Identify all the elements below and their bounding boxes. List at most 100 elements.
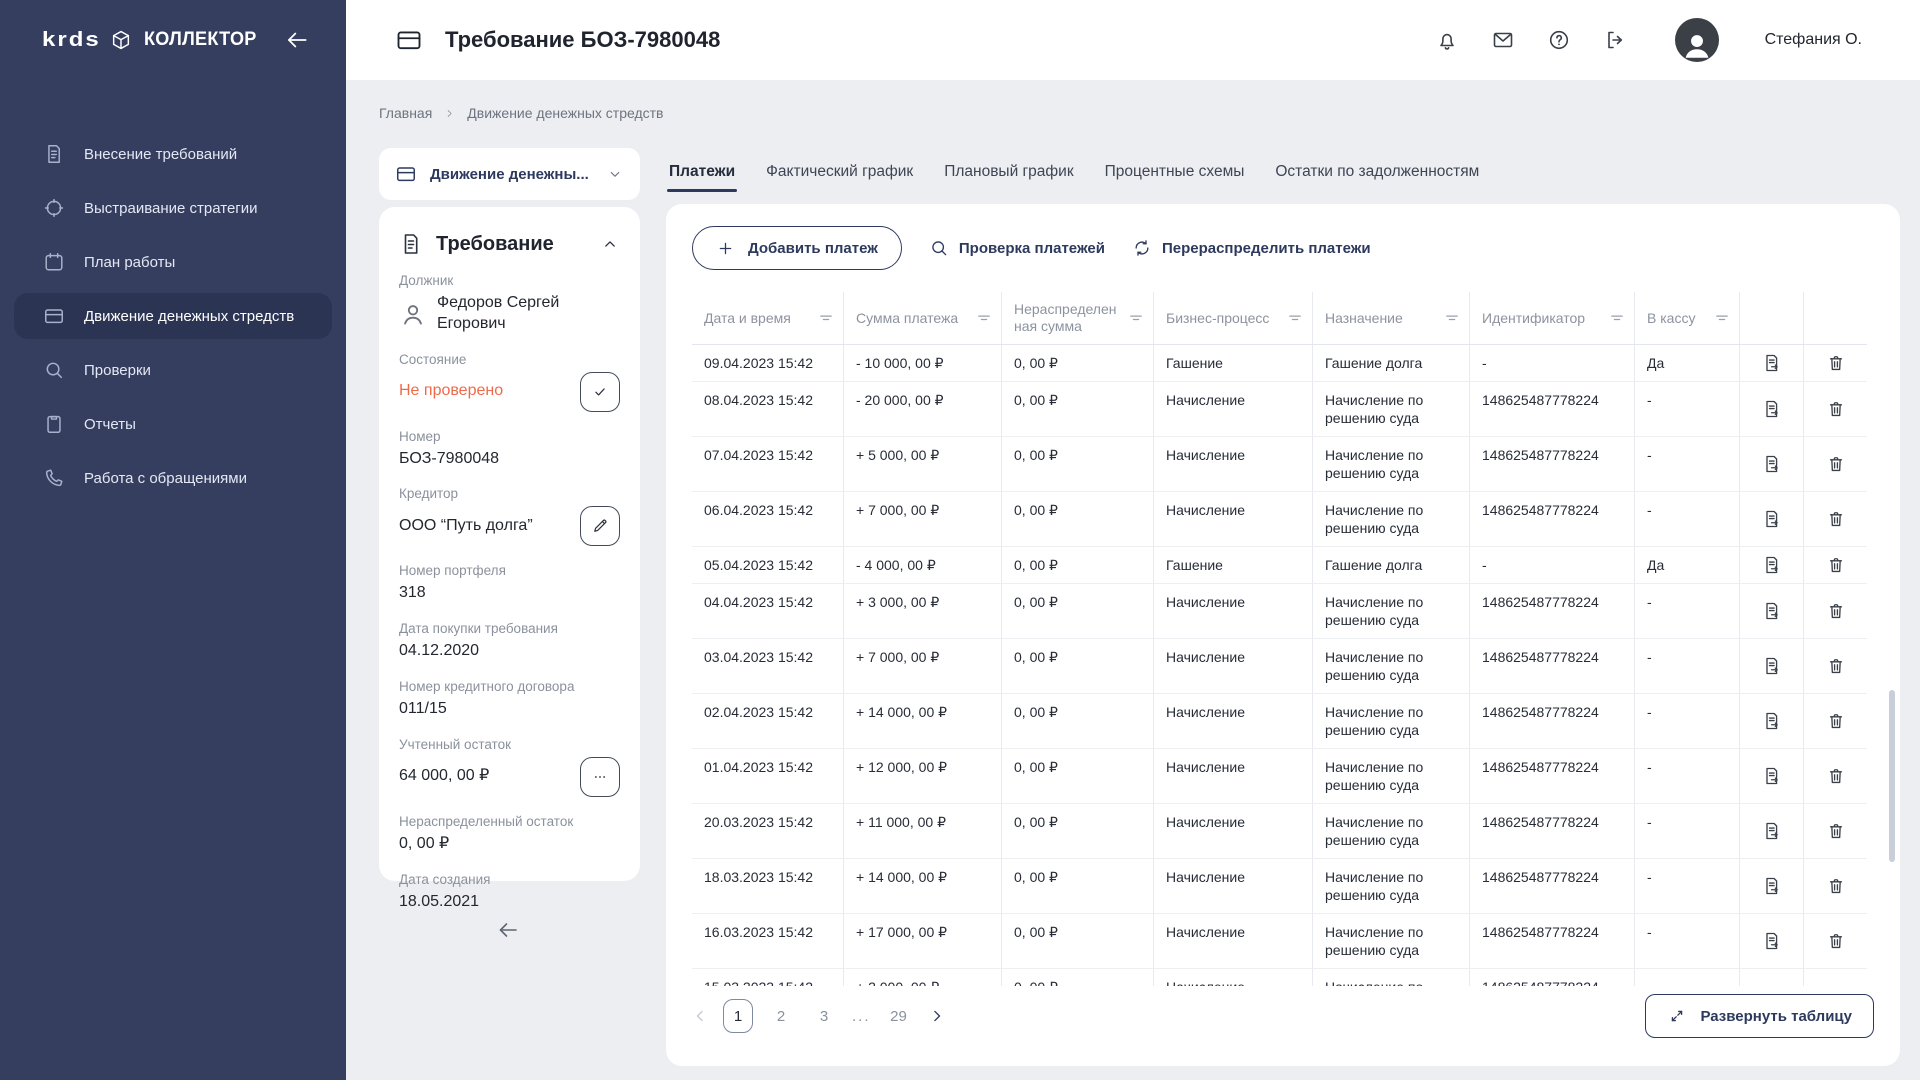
next-page-button[interactable]	[927, 1006, 947, 1026]
column-header: Дата и время	[692, 292, 844, 344]
payment-document-button[interactable]	[1758, 872, 1786, 900]
sidebar-item-0[interactable]: Внесение требований	[14, 131, 332, 177]
panel-collapse-button[interactable]	[600, 234, 620, 254]
tab-4[interactable]: Остатки по задолженностям	[1273, 152, 1481, 192]
payment-document-button[interactable]	[1758, 395, 1786, 423]
table-scrollbar[interactable]	[1889, 690, 1895, 862]
expand-icon	[1667, 1006, 1687, 1026]
delete-payment-button[interactable]	[1822, 707, 1850, 735]
table-row[interactable]: 04.04.2023 15:42 + 3 000, 00 ₽ 0, 00 ₽ Н…	[692, 584, 1867, 639]
panel-back-button[interactable]	[496, 918, 520, 942]
cell-amount: + 14 000, 00 ₽	[844, 859, 1002, 913]
cell-datetime: 20.03.2023 15:42	[692, 804, 844, 858]
tab-0[interactable]: Платежи	[667, 152, 737, 192]
cell-purpose: Начисление по решению суда	[1313, 694, 1470, 748]
cell-amount: + 12 000, 00 ₽	[844, 749, 1002, 803]
cell-identifier: 148625487778224	[1470, 749, 1635, 803]
page-button-1[interactable]: 1	[723, 999, 753, 1033]
page-button-29[interactable]: 29	[884, 999, 914, 1033]
delete-payment-button[interactable]	[1822, 652, 1850, 680]
logout-button[interactable]	[1603, 28, 1627, 52]
check-payments-button[interactable]: Проверка платежей	[929, 238, 1105, 258]
cell-undistributed: 0, 00 ₽	[1002, 859, 1154, 913]
redistribute-payments-button[interactable]: Перераспределить платежи	[1132, 238, 1371, 258]
table-row[interactable]: 16.03.2023 15:42 + 17 000, 00 ₽ 0, 00 ₽ …	[692, 914, 1867, 969]
filter-icon[interactable]	[1286, 309, 1304, 327]
payment-document-button[interactable]	[1758, 762, 1786, 790]
sidebar-item-1[interactable]: Выстраивание стратегии	[14, 185, 332, 231]
payment-document-button[interactable]	[1758, 652, 1786, 680]
table-row[interactable]: 09.04.2023 15:42 - 10 000, 00 ₽ 0, 00 ₽ …	[692, 345, 1867, 382]
sidebar-item-3[interactable]: Движение денежных стредств	[14, 293, 332, 339]
tab-1[interactable]: Фактический график	[764, 152, 915, 192]
filter-icon[interactable]	[975, 309, 993, 327]
tabs: Платежи Фактический график Плановый график…	[667, 152, 1481, 192]
cell-identifier: 148625487778224	[1470, 969, 1635, 986]
delete-payment-button[interactable]	[1822, 450, 1850, 478]
table-row[interactable]: 07.04.2023 15:42 + 5 000, 00 ₽ 0, 00 ₽ Н…	[692, 437, 1867, 492]
help-button[interactable]	[1547, 28, 1571, 52]
requirement-field: Дата покупки требования 04.12.2020	[399, 621, 620, 662]
filter-icon[interactable]	[1443, 309, 1461, 327]
notifications-button[interactable]	[1435, 28, 1459, 52]
sidebar-item-4[interactable]: Проверки	[14, 347, 332, 393]
payment-document-button[interactable]	[1758, 505, 1786, 533]
more-actions-button[interactable]	[580, 757, 620, 797]
cell-identifier: -	[1470, 345, 1635, 381]
payment-document-button[interactable]	[1758, 551, 1786, 579]
table-row[interactable]: 06.04.2023 15:42 + 7 000, 00 ₽ 0, 00 ₽ Н…	[692, 492, 1867, 547]
filter-icon[interactable]	[1713, 309, 1731, 327]
filter-icon[interactable]	[1608, 309, 1626, 327]
delete-payment-button[interactable]	[1822, 872, 1850, 900]
filter-icon[interactable]	[817, 309, 835, 327]
sidebar-collapse-button[interactable]	[284, 27, 310, 53]
delete-payment-button[interactable]	[1822, 551, 1850, 579]
table-row[interactable]: 02.04.2023 15:42 + 14 000, 00 ₽ 0, 00 ₽ …	[692, 694, 1867, 749]
cell-purpose: Начисление по решению суда	[1313, 804, 1470, 858]
sidebar-item-2[interactable]: План работы	[14, 239, 332, 285]
table-row[interactable]: 05.04.2023 15:42 - 4 000, 00 ₽ 0, 00 ₽ Г…	[692, 547, 1867, 584]
expand-table-button[interactable]: Развернуть таблицу	[1645, 994, 1874, 1038]
table-row[interactable]: 08.04.2023 15:42 - 20 000, 00 ₽ 0, 00 ₽ …	[692, 382, 1867, 437]
edit-creditor-button[interactable]	[580, 506, 620, 546]
delete-payment-button[interactable]	[1822, 349, 1850, 377]
breadcrumb-home[interactable]: Главная	[379, 105, 432, 121]
table-row[interactable]: 20.03.2023 15:42 + 11 000, 00 ₽ 0, 00 ₽ …	[692, 804, 1867, 859]
payment-document-button[interactable]	[1758, 982, 1786, 986]
tab-3[interactable]: Процентные схемы	[1103, 152, 1247, 192]
cell-undistributed: 0, 00 ₽	[1002, 345, 1154, 381]
cell-amount: + 14 000, 00 ₽	[844, 694, 1002, 748]
payment-document-button[interactable]	[1758, 707, 1786, 735]
filter-icon[interactable]	[1127, 309, 1145, 327]
avatar[interactable]	[1675, 18, 1719, 62]
delete-payment-button[interactable]	[1822, 505, 1850, 533]
cell-process: Гашение	[1154, 547, 1313, 583]
cell-amount: + 7 000, 00 ₽	[844, 492, 1002, 546]
table-row[interactable]: 15.03.2023 15:42 + 2 000, 00 ₽ 0, 00 ₽ Н…	[692, 969, 1867, 986]
payment-document-button[interactable]	[1758, 927, 1786, 955]
delete-payment-button[interactable]	[1822, 982, 1850, 986]
delete-payment-button[interactable]	[1822, 597, 1850, 625]
delete-payment-button[interactable]	[1822, 927, 1850, 955]
payment-document-button[interactable]	[1758, 817, 1786, 845]
column-header: Назначение	[1313, 292, 1470, 344]
page-button-2[interactable]: 2	[766, 999, 796, 1033]
table-row[interactable]: 18.03.2023 15:42 + 14 000, 00 ₽ 0, 00 ₽ …	[692, 859, 1867, 914]
confirm-status-button[interactable]	[580, 372, 620, 412]
table-row[interactable]: 03.04.2023 15:42 + 7 000, 00 ₽ 0, 00 ₽ Н…	[692, 639, 1867, 694]
sidebar-item-6[interactable]: Работа с обращениями	[14, 455, 332, 501]
mail-button[interactable]	[1491, 28, 1515, 52]
table-row[interactable]: 01.04.2023 15:42 + 12 000, 00 ₽ 0, 00 ₽ …	[692, 749, 1867, 804]
payment-document-button[interactable]	[1758, 597, 1786, 625]
section-dropdown[interactable]: Движение денежны...	[379, 148, 640, 200]
page-button-3[interactable]: 3	[809, 999, 839, 1033]
add-payment-button[interactable]: Добавить платеж	[692, 226, 902, 270]
prev-page-button[interactable]	[690, 1006, 710, 1026]
tab-2[interactable]: Плановый график	[942, 152, 1075, 192]
delete-payment-button[interactable]	[1822, 762, 1850, 790]
sidebar-item-5[interactable]: Отчеты	[14, 401, 332, 447]
payment-document-button[interactable]	[1758, 349, 1786, 377]
delete-payment-button[interactable]	[1822, 817, 1850, 845]
delete-payment-button[interactable]	[1822, 395, 1850, 423]
payment-document-button[interactable]	[1758, 450, 1786, 478]
